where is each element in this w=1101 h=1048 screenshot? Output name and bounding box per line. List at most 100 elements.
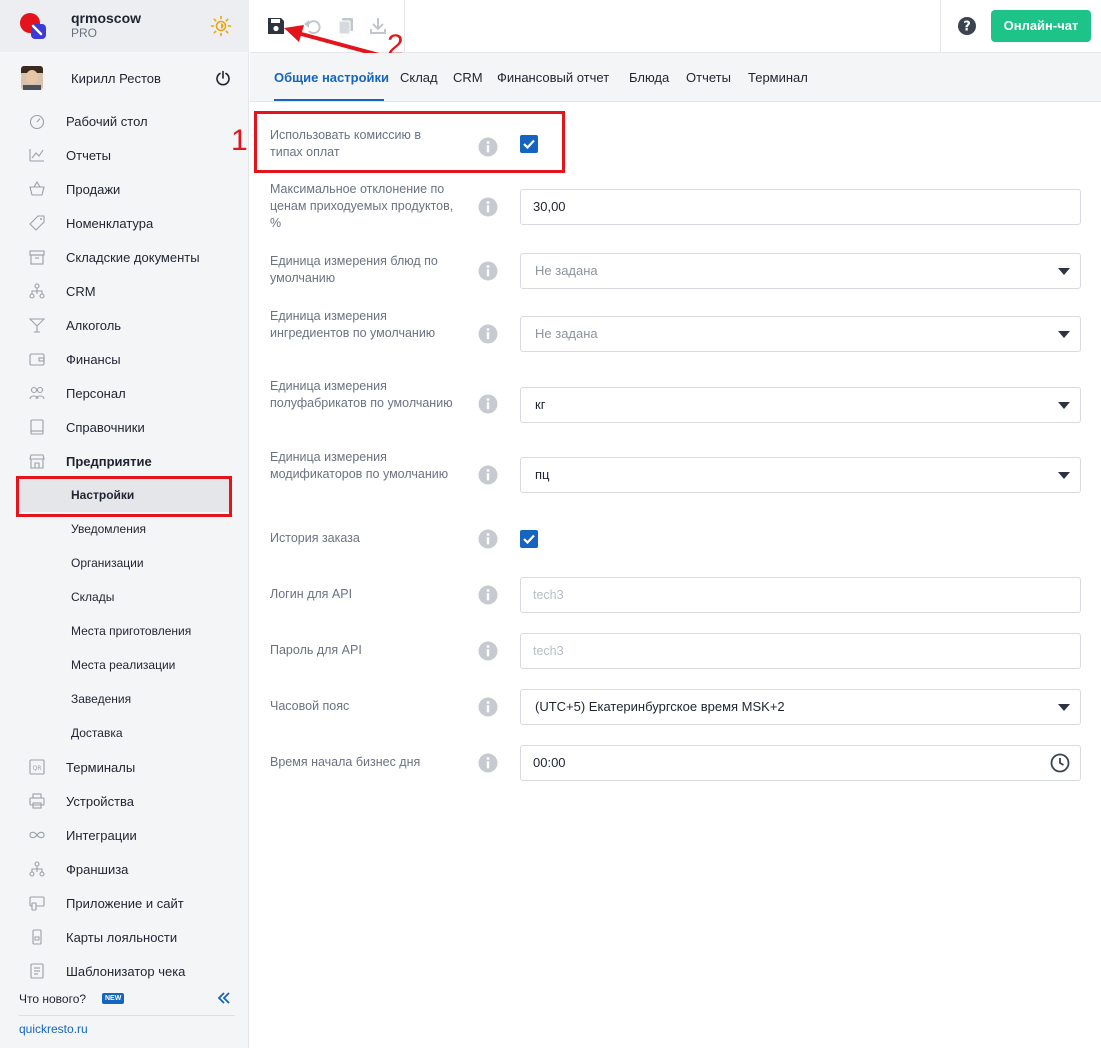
download-icon[interactable]: [368, 16, 388, 36]
info-icon[interactable]: [478, 753, 498, 773]
sidebar-item-nomenclature[interactable]: Номенклатура: [0, 206, 249, 240]
copy-icon[interactable]: [336, 16, 356, 36]
sidebar-nav: Рабочий стол Отчеты Продажи Номенклатура…: [0, 104, 249, 988]
sidebar-subitem-notifications[interactable]: Уведомления: [0, 512, 249, 546]
row-timezone: Часовой пояс (UTC+5) Екатеринбургское вр…: [250, 689, 1101, 725]
max-deviation-input[interactable]: 30,00: [520, 189, 1081, 225]
api-login-input[interactable]: tech3: [520, 577, 1081, 613]
info-icon[interactable]: [478, 529, 498, 549]
sidebar-item-terminals[interactable]: QR Терминалы: [0, 750, 249, 784]
sidebar-item-warehouse-docs[interactable]: Складские документы: [0, 240, 249, 274]
sidebar-subitem-organizations[interactable]: Организации: [0, 546, 249, 580]
sidebar-item-alcohol[interactable]: Алкоголь: [0, 308, 249, 342]
timezone-select[interactable]: (UTC+5) Екатеринбургское время MSK+2: [520, 689, 1081, 725]
semi-unit-select[interactable]: кг: [520, 387, 1081, 423]
sidebar-item-label: Интеграции: [66, 827, 137, 843]
tab-crm[interactable]: CRM: [453, 70, 483, 85]
field-label: Использовать комиссию в типах оплат: [270, 128, 422, 159]
field-label: Логин для API: [270, 587, 353, 601]
sidebar-subitem-settings[interactable]: Настройки: [19, 478, 230, 512]
row-modifier-unit: Единица измерения модификаторов по умолч…: [250, 449, 1101, 503]
info-icon[interactable]: [478, 394, 498, 414]
sidebar-item-receipt-templates[interactable]: Шаблонизатор чека: [0, 954, 249, 988]
double-chevron-left-icon[interactable]: [217, 991, 231, 1005]
sidebar-item-finance[interactable]: Финансы: [0, 342, 249, 376]
order-history-checkbox[interactable]: [520, 530, 538, 548]
sidebar-subitem-label: Доставка: [71, 726, 123, 740]
sidebar-item-label: Справочники: [66, 419, 145, 435]
active-tab-indicator: [274, 99, 384, 101]
api-password-input[interactable]: tech3: [520, 633, 1081, 669]
sidebar-item-label: Персонал: [66, 385, 126, 401]
day-start-time-input[interactable]: 00:00: [520, 745, 1081, 781]
new-badge: NEW: [102, 993, 125, 1004]
sidebar-item-loyalty-cards[interactable]: Карты лояльности: [0, 920, 249, 954]
svg-text:QR: QR: [33, 765, 42, 772]
devices-icon: [29, 896, 45, 911]
info-icon[interactable]: [478, 641, 498, 661]
wallet-icon: [29, 353, 45, 366]
tag-icon: [29, 215, 45, 231]
row-ingredient-unit: Единица измерения ингредиентов по умолча…: [250, 308, 1101, 362]
sidebar-item-label: Шаблонизатор чека: [66, 963, 186, 979]
undo-icon[interactable]: [302, 16, 322, 36]
site-link[interactable]: quickresto.ru: [19, 1022, 88, 1036]
tab-terminal[interactable]: Терминал: [748, 70, 808, 85]
tab-financial-report[interactable]: Финансовый отчет: [497, 70, 609, 85]
avatar[interactable]: [21, 66, 43, 90]
row-api-password: Пароль для API tech3: [250, 633, 1101, 669]
sidebar-item-crm[interactable]: CRM: [0, 274, 249, 308]
toolbar: ? Онлайн-чат: [250, 0, 1101, 53]
sidebar-item-staff[interactable]: Персонал: [0, 376, 249, 410]
user-profile: Кирилл Рестов: [0, 52, 249, 102]
whats-new-link[interactable]: Что нового?: [19, 992, 86, 1006]
power-icon[interactable]: [215, 70, 231, 86]
annotation-number-1: 1: [231, 124, 248, 157]
sidebar-subitem-label: Уведомления: [71, 522, 147, 536]
sidebar-item-label: CRM: [66, 283, 96, 299]
time-value: 00:00: [533, 755, 566, 770]
tab-warehouse[interactable]: Склад: [400, 70, 438, 85]
help-icon[interactable]: ?: [957, 16, 977, 36]
sun-icon[interactable]: [210, 15, 232, 37]
info-icon[interactable]: [478, 697, 498, 717]
tab-reports[interactable]: Отчеты: [686, 70, 731, 85]
sidebar-item-dashboard[interactable]: Рабочий стол: [0, 104, 249, 138]
ingredient-unit-select[interactable]: Не задана: [520, 316, 1081, 352]
info-icon[interactable]: [478, 585, 498, 605]
sidebar-item-app-site[interactable]: Приложение и сайт: [0, 886, 249, 920]
sidebar: qrmoscow PRO Кирилл Рестов Рабочий стол …: [0, 0, 249, 1048]
sidebar-item-sales[interactable]: Продажи: [0, 172, 249, 206]
sidebar-item-reports[interactable]: Отчеты: [0, 138, 249, 172]
dish-unit-select[interactable]: Не задана: [520, 253, 1081, 289]
sidebar-subitem-sale-places[interactable]: Места реализации: [0, 648, 249, 682]
sidebar-item-devices[interactable]: Устройства: [0, 784, 249, 818]
sidebar-subitem-delivery[interactable]: Доставка: [0, 716, 249, 750]
sidebar-subitem-venues[interactable]: Заведения: [0, 682, 249, 716]
commission-checkbox[interactable]: [520, 135, 538, 153]
modifier-unit-select[interactable]: пц: [520, 457, 1081, 493]
sidebar-subitem-cooking-places[interactable]: Места приготовления: [0, 614, 249, 648]
store-icon: [29, 454, 45, 469]
online-chat-button[interactable]: Онлайн-чат: [991, 10, 1091, 42]
save-icon[interactable]: [266, 16, 286, 36]
hierarchy-icon: [29, 861, 45, 877]
info-icon[interactable]: [478, 197, 498, 217]
book-icon: [30, 419, 44, 435]
sidebar-item-references[interactable]: Справочники: [0, 410, 249, 444]
brand-name: qrmoscow: [71, 10, 142, 26]
info-icon[interactable]: [478, 465, 498, 485]
settings-form: Использовать комиссию в типах оплат Макс…: [250, 103, 1101, 1048]
clock-icon[interactable]: [1050, 753, 1070, 773]
sidebar-subitem-warehouses[interactable]: Склады: [0, 580, 249, 614]
info-icon[interactable]: [478, 261, 498, 281]
tab-general[interactable]: Общие настройки: [274, 70, 389, 85]
info-icon[interactable]: [478, 137, 498, 157]
tab-dishes[interactable]: Блюда: [629, 70, 669, 85]
sidebar-item-enterprise[interactable]: Предприятие: [0, 444, 249, 478]
info-icon[interactable]: [478, 324, 498, 344]
sidebar-item-franchise[interactable]: Франшиза: [0, 852, 249, 886]
sidebar-item-label: Складские документы: [66, 249, 200, 265]
brand-logo: [20, 13, 46, 39]
sidebar-item-integrations[interactable]: Интеграции: [0, 818, 249, 852]
